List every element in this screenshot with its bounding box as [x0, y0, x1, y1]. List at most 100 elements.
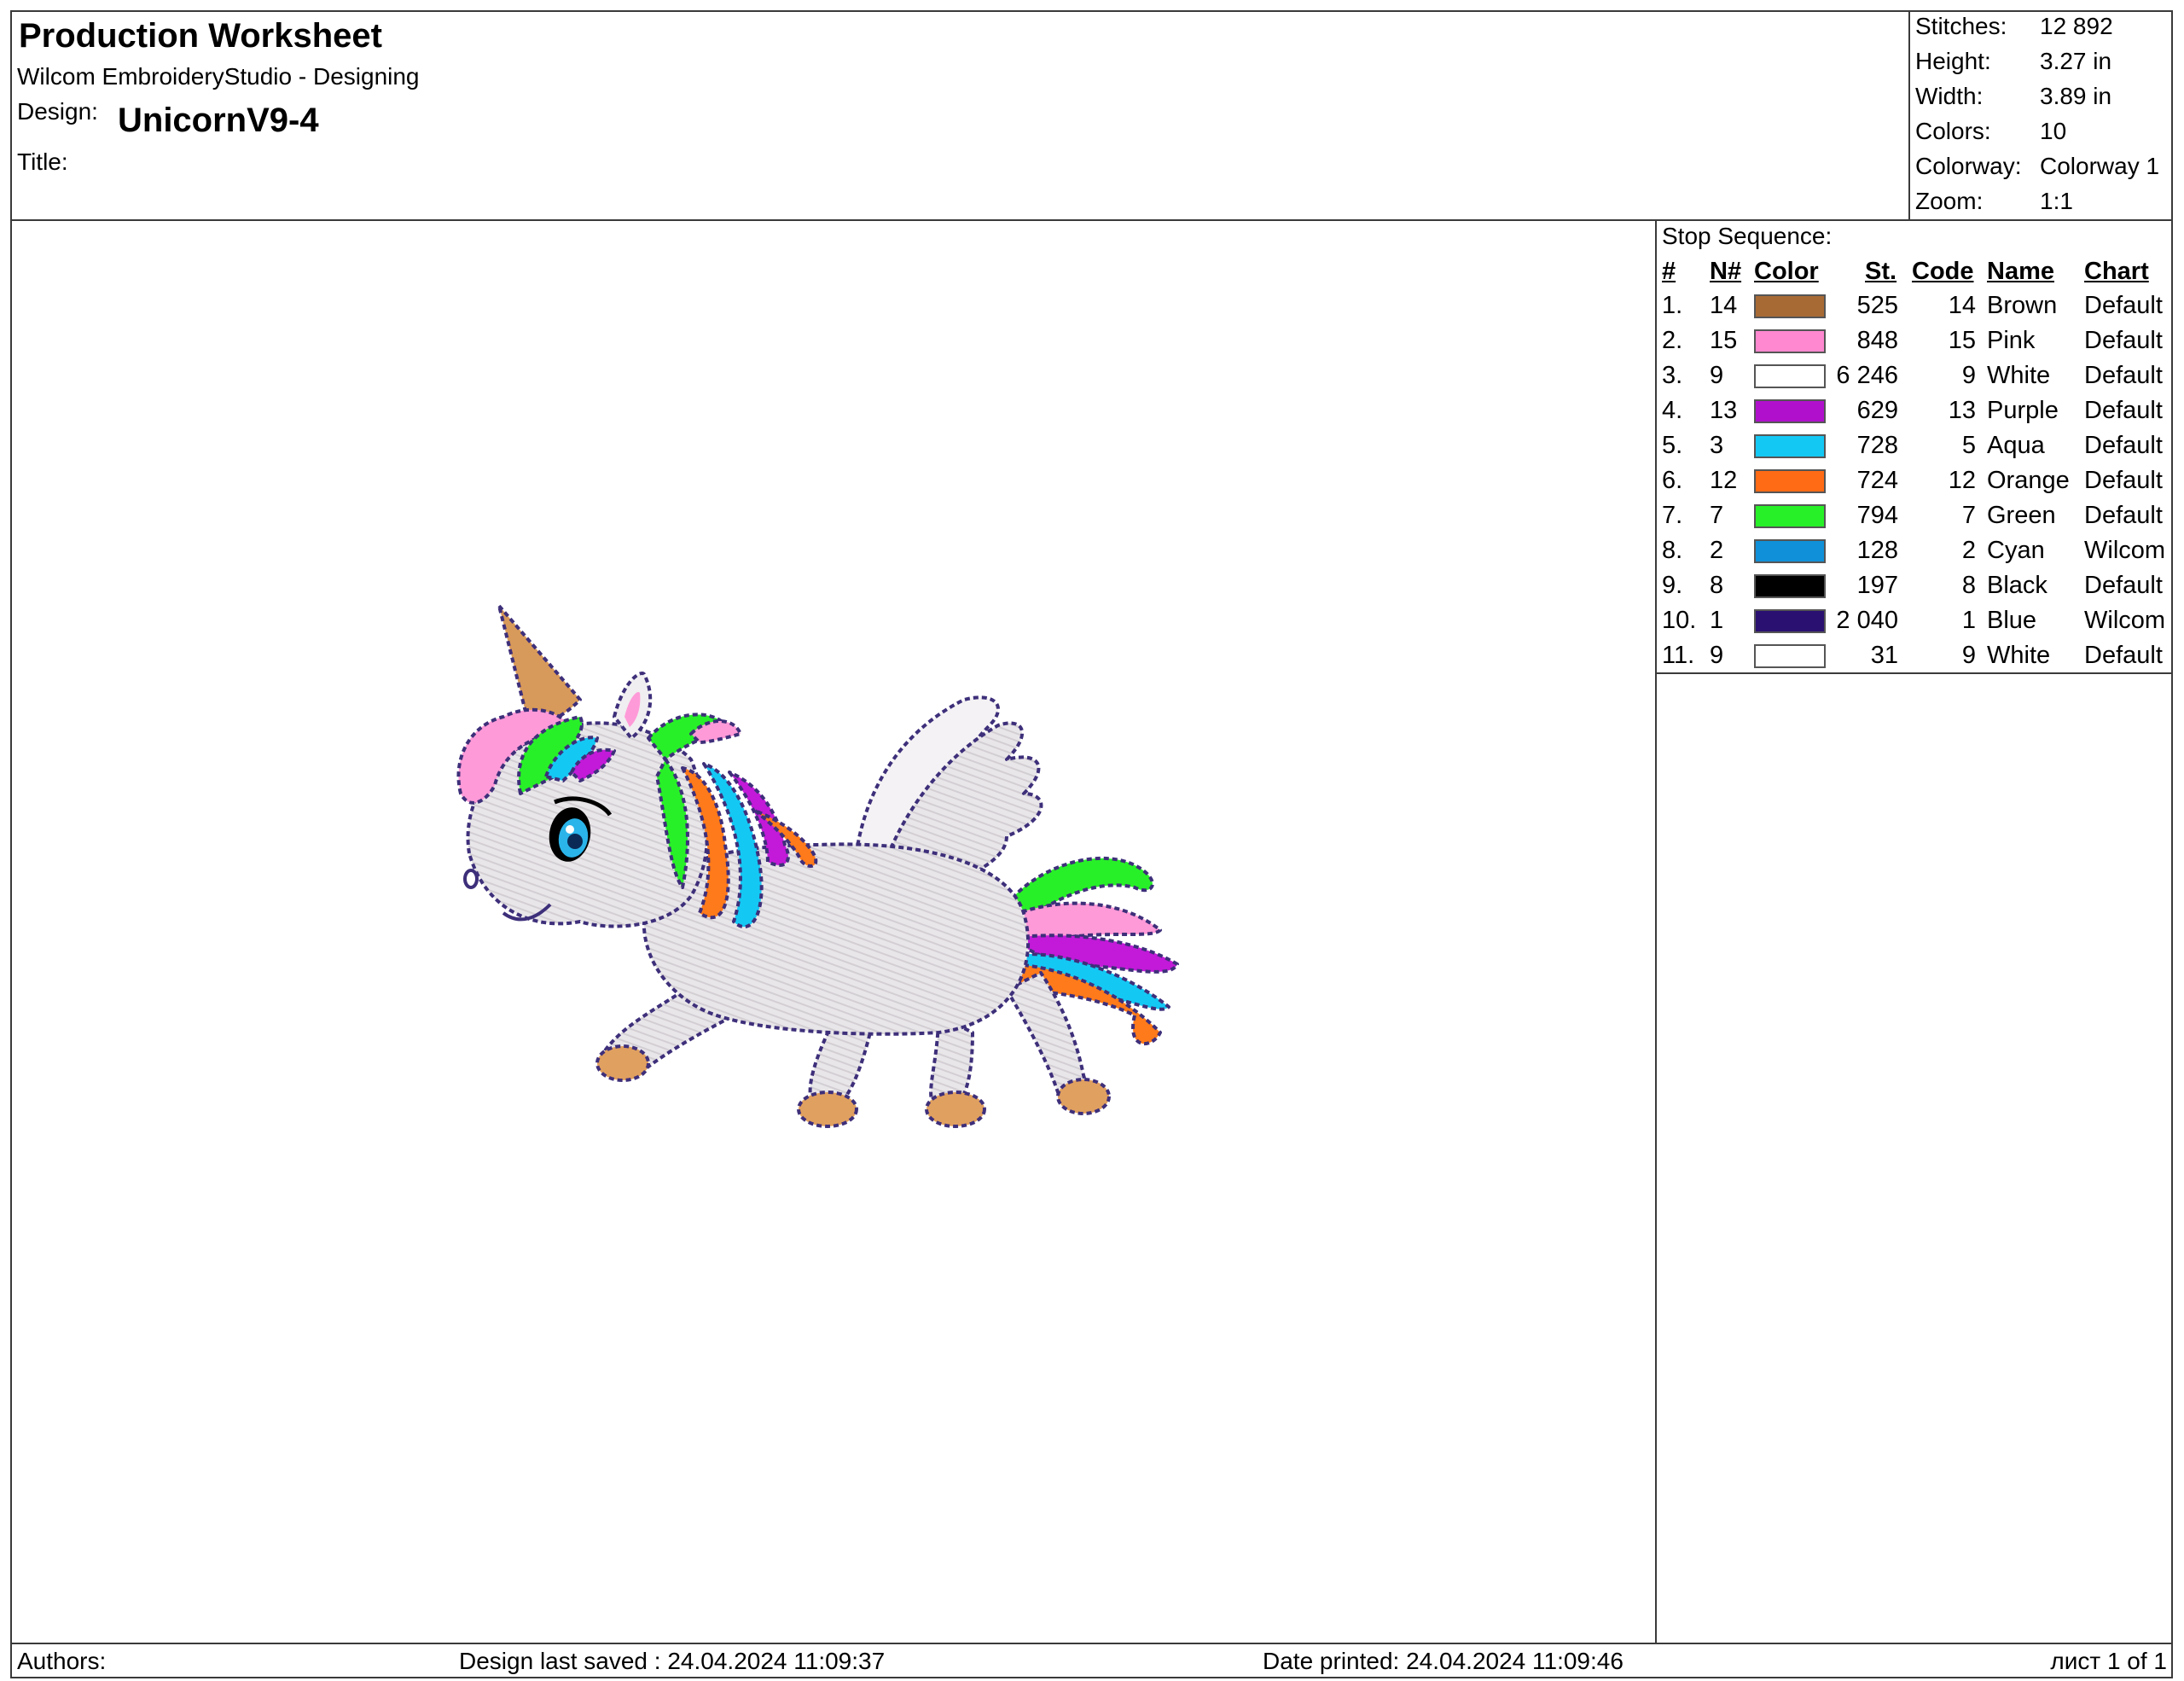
cell-code: 15 [1948, 327, 1976, 354]
hoof-4 [1056, 1078, 1111, 1115]
color-swatch [1754, 294, 1826, 318]
hoof-2 [797, 1091, 858, 1128]
sequence-table-bottom [1655, 672, 2173, 674]
cell-name: Blue [1987, 607, 2037, 634]
cell-st: 6 246 [1836, 362, 1898, 389]
cell-code: 9 [1961, 362, 1976, 389]
cell-code: 8 [1961, 572, 1976, 599]
color-swatch [1754, 539, 1826, 563]
title-label: Title: [17, 148, 68, 175]
nostril [463, 869, 479, 889]
page-number: лист 1 of 1 [2050, 1648, 2167, 1674]
cell-n: 8 [1710, 572, 1724, 599]
cell-name: White [1987, 362, 2051, 389]
stat-value: 3.27 in [2040, 48, 2112, 74]
color-swatch [1754, 644, 1826, 668]
cell-chart: Wilcom [2084, 607, 2166, 634]
stat-label: Colorway: [1915, 153, 2022, 179]
color-swatch [1754, 399, 1826, 423]
stat-value: Colorway 1 [2040, 153, 2160, 179]
stat-label: Zoom: [1915, 188, 1984, 214]
cell-n: 7 [1710, 502, 1724, 529]
hoof-1 [595, 1044, 650, 1082]
stats-divider [1908, 10, 1910, 219]
cell-code: 13 [1948, 397, 1976, 424]
column-header: Code [1912, 258, 1974, 285]
design-label: Design: [17, 98, 98, 125]
cell-name: White [1987, 642, 2051, 669]
cell-st: 794 [1856, 502, 1898, 529]
page-title: Production Worksheet [19, 17, 382, 55]
color-swatch [1754, 469, 1826, 493]
horn [497, 604, 582, 727]
cell-n: 9 [1710, 362, 1724, 389]
header-divider [10, 219, 2173, 221]
cell-code: 7 [1961, 502, 1976, 529]
cell-idx: 8. [1662, 537, 1683, 564]
column-header: Name [1987, 258, 2054, 285]
cell-idx: 6. [1662, 467, 1683, 494]
design-name: UnicornV9-4 [118, 102, 319, 139]
cell-st: 31 [1870, 642, 1898, 669]
cell-idx: 3. [1662, 362, 1683, 389]
color-swatch [1754, 434, 1826, 458]
cell-chart: Default [2084, 432, 2163, 459]
unicorn-embroidery-design [456, 604, 1179, 1128]
cell-name: Purple [1987, 397, 2059, 424]
cell-idx: 9. [1662, 572, 1683, 599]
app-name: Wilcom EmbroideryStudio - Designing [17, 63, 420, 90]
cell-code: 12 [1948, 467, 1976, 494]
cell-idx: 4. [1662, 397, 1683, 424]
cell-chart: Default [2084, 467, 2163, 494]
color-swatch [1754, 364, 1826, 388]
cell-st: 197 [1856, 572, 1898, 599]
cell-code: 5 [1961, 432, 1976, 459]
cell-st: 728 [1856, 432, 1898, 459]
cell-st: 629 [1856, 397, 1898, 424]
stat-value: 10 [2040, 118, 2067, 144]
cell-n: 2 [1710, 537, 1724, 564]
cell-n: 3 [1710, 432, 1724, 459]
stat-value: 1:1 [2040, 188, 2073, 214]
design-last-saved: Design last saved : 24.04.2024 11:09:37 [459, 1648, 886, 1674]
cell-code: 1 [1961, 607, 1976, 634]
date-printed: Date printed: 24.04.2024 11:09:46 [1263, 1648, 1623, 1674]
cell-idx: 1. [1662, 292, 1683, 319]
stop-sequence-label: Stop Sequence: [1662, 223, 1833, 249]
cell-name: Green [1987, 502, 2056, 529]
cell-name: Aqua [1987, 432, 2045, 459]
cell-idx: 5. [1662, 432, 1683, 459]
authors-label: Authors: [17, 1648, 107, 1674]
footer-divider [10, 1643, 2173, 1644]
stat-value: 12 892 [2040, 13, 2113, 39]
cell-chart: Wilcom [2084, 537, 2166, 564]
column-header: St. [1865, 258, 1897, 285]
stat-value: 3.89 in [2040, 83, 2112, 109]
cell-name: Black [1987, 572, 2048, 599]
cell-name: Pink [1987, 327, 2036, 354]
color-swatch [1754, 574, 1826, 598]
cell-idx: 10. [1662, 607, 1697, 634]
cell-code: 9 [1961, 642, 1976, 669]
color-swatch [1754, 329, 1826, 353]
cell-st: 128 [1856, 537, 1898, 564]
cell-chart: Default [2084, 327, 2163, 354]
cell-chart: Default [2084, 572, 2163, 599]
cell-idx: 2. [1662, 327, 1683, 354]
cell-name: Brown [1987, 292, 2058, 319]
cell-st: 525 [1856, 292, 1898, 319]
stat-label: Width: [1915, 83, 1984, 109]
cell-n: 15 [1710, 327, 1738, 354]
column-header: Color [1754, 258, 1819, 285]
cell-code: 2 [1961, 537, 1976, 564]
hoof-3 [925, 1091, 986, 1128]
cell-code: 14 [1948, 292, 1976, 319]
cell-chart: Default [2084, 502, 2163, 529]
column-header: # [1662, 258, 1676, 285]
body [642, 842, 1031, 1036]
cell-n: 1 [1710, 607, 1724, 634]
cell-n: 14 [1710, 292, 1738, 319]
cell-n: 13 [1710, 397, 1738, 424]
cell-st: 848 [1856, 327, 1898, 354]
column-header: Chart [2084, 258, 2149, 285]
